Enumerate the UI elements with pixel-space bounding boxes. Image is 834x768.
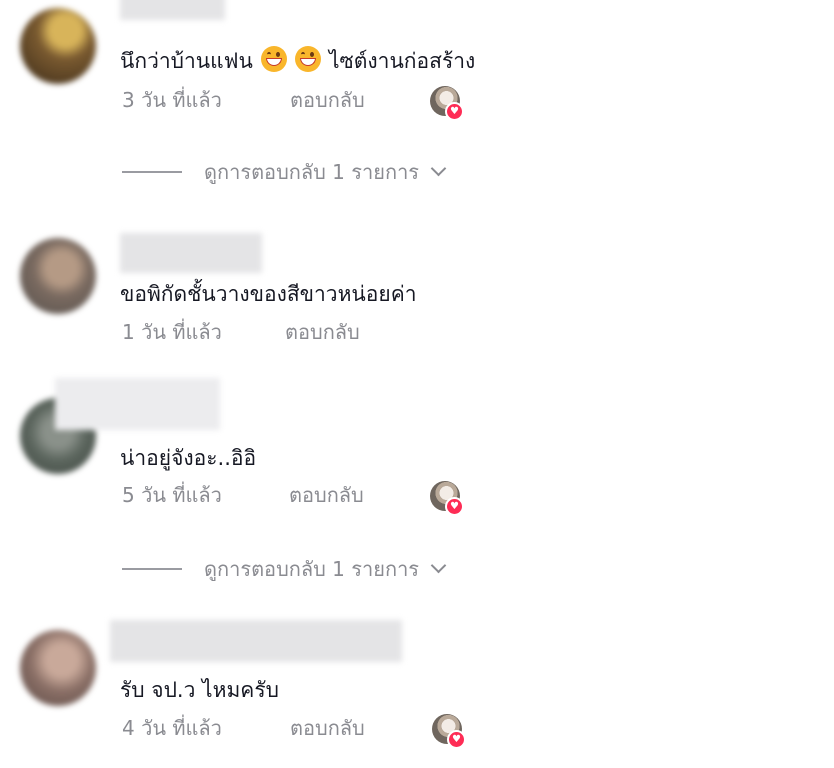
view-replies-button[interactable]: ดูการตอบกลับ 1 รายการ <box>122 157 447 187</box>
divider-line <box>122 170 182 173</box>
view-replies-label: ดูการตอบกลับ 1 รายการ <box>204 557 420 581</box>
comment-text-part: ไซต์งานก่อสร้าง <box>328 49 476 73</box>
reply-button[interactable]: ตอบกลับ <box>289 481 364 509</box>
divider-line <box>122 567 182 570</box>
comment-meta: 5 วัน ที่แล้ว ตอบกลับ <box>122 481 364 509</box>
reply-button[interactable]: ตอบกลับ <box>290 86 365 114</box>
comment-text: น่าอยู่จังอะ..อิอิ <box>120 446 257 470</box>
comment-text: ขอพิกัดชั้นวางของสีขาวหน่อยค่า <box>120 282 417 306</box>
avatar[interactable] <box>20 630 96 706</box>
username-blurred[interactable] <box>110 620 402 662</box>
comment-text: รับ จป.ว ไหมครับ <box>120 678 279 702</box>
username-blurred[interactable] <box>120 0 225 20</box>
liked-by-creator-badge: ♥ <box>432 714 466 749</box>
heart-icon: ♥ <box>445 102 464 121</box>
comment-text-part: นึกว่าบ้านแฟน <box>120 49 253 73</box>
comment-meta: 1 วัน ที่แล้ว ตอบกลับ <box>122 318 360 346</box>
liked-by-creator-badge: ♥ <box>430 481 464 516</box>
avatar[interactable] <box>20 8 96 84</box>
comment-meta: 3 วัน ที่แล้ว ตอบกลับ <box>122 86 365 114</box>
comment-text: นึกว่าบ้านแฟน ไซต์งานก่อสร้าง <box>120 46 475 75</box>
comment-time: 4 วัน ที่แล้ว <box>122 716 222 740</box>
heart-icon: ♥ <box>447 730 466 749</box>
liked-by-creator-badge: ♥ <box>430 86 464 121</box>
username-blurred[interactable] <box>55 378 220 430</box>
comment-time: 5 วัน ที่แล้ว <box>122 483 222 507</box>
grinning-face-emoji-icon <box>260 46 287 72</box>
chevron-down-icon <box>430 557 447 574</box>
reply-button[interactable]: ตอบกลับ <box>290 714 365 742</box>
chevron-down-icon <box>430 160 447 177</box>
view-replies-label: ดูการตอบกลับ 1 รายการ <box>204 160 420 184</box>
reply-button[interactable]: ตอบกลับ <box>285 318 360 346</box>
heart-icon: ♥ <box>445 497 464 516</box>
comment-meta: 4 วัน ที่แล้ว ตอบกลับ <box>122 714 365 742</box>
username-blurred[interactable] <box>120 233 262 273</box>
comment-time: 3 วัน ที่แล้ว <box>122 88 222 112</box>
avatar[interactable] <box>20 238 96 314</box>
view-replies-button[interactable]: ดูการตอบกลับ 1 รายการ <box>122 554 447 584</box>
grinning-face-emoji-icon <box>295 46 322 72</box>
comment-time: 1 วัน ที่แล้ว <box>122 320 222 344</box>
